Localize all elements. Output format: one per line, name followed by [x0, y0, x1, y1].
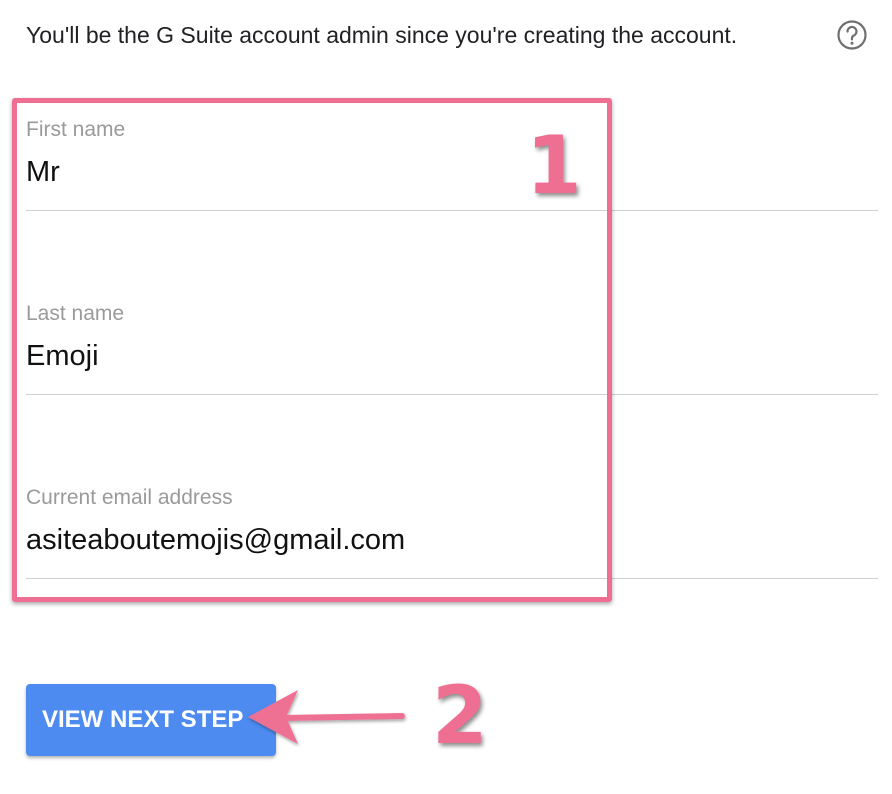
annotation-arrow-icon: [248, 690, 405, 744]
annotation-highlight-box: [12, 98, 612, 602]
intro-text: You'll be the G Suite account admin sinc…: [26, 22, 738, 48]
annotation-step-1: 1: [524, 119, 584, 212]
annotation-step-2: 2: [430, 669, 490, 762]
help-icon[interactable]: [836, 19, 868, 51]
view-next-step-button[interactable]: VIEW NEXT STEP: [26, 684, 276, 756]
